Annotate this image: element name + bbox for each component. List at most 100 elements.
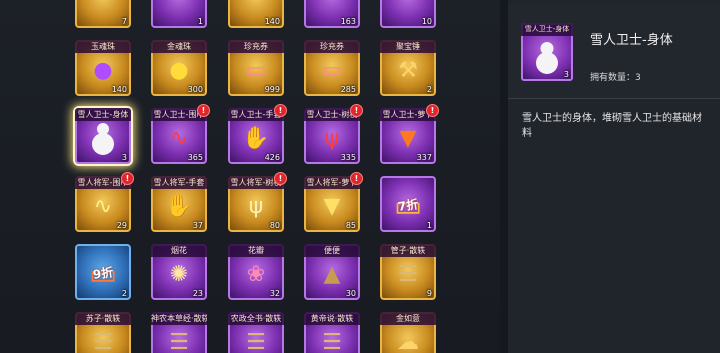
bamboo-scroll-icon: ☰: [398, 261, 418, 287]
treasure-hammer-icon: ⚒: [398, 57, 418, 83]
treasure-voucher-icon: ▭: [321, 57, 343, 83]
alert-badge-icon: !: [274, 104, 287, 117]
inventory-slot[interactable]: 花瓣 ❀ 32: [228, 244, 284, 300]
slot-label: 金魂珠: [151, 40, 207, 53]
slot-label: 烟花: [151, 244, 207, 257]
gold-branch-icon: ψ: [248, 193, 264, 219]
slot-count: 140: [111, 85, 127, 94]
slot-label: 黄帝说·散轶: [304, 312, 360, 325]
slot-count: 30: [345, 289, 356, 298]
inventory-slot[interactable]: 黄帝说·散轶 ☰: [304, 312, 360, 353]
inventory-slot[interactable]: 雪人卫士-围巾 ∿ 365!: [151, 104, 210, 164]
slot-label: 管子·散轶: [380, 244, 436, 257]
slot-label: 玉魂珠: [75, 40, 131, 53]
fireworks-icon: ✺: [169, 261, 189, 287]
inventory-slot[interactable]: 雪人卫士-身体 3: [75, 108, 131, 164]
slot-count: 80: [269, 221, 280, 230]
inventory-slot[interactable]: 神农本草经·散轶 ☰: [151, 312, 207, 353]
slot-count: 300: [187, 85, 203, 94]
inventory-slot[interactable]: 雪人将军-围巾 ∿ 29!: [75, 172, 134, 232]
inventory-slot[interactable]: 雪人将军-萝卜 ▼ 85!: [304, 172, 363, 232]
inventory-slot[interactable]: 管子·散轶 ☰ 9: [380, 244, 436, 300]
inventory-slot[interactable]: 便便 ▲ 30: [304, 244, 360, 300]
gold-carrot-icon: ▼: [323, 193, 341, 219]
slot-count: 337: [416, 153, 432, 162]
red-scarf-icon: ∿: [169, 125, 189, 151]
gold-scarf-icon: ∿: [93, 193, 113, 219]
detail-slot-count: 3: [563, 70, 569, 79]
slot-count: 140: [264, 17, 280, 26]
slot-count: 7: [121, 17, 127, 26]
slot-label: 金如意: [380, 312, 436, 325]
red-branch-icon: ψ: [324, 125, 340, 151]
slot-count: 23: [192, 289, 203, 298]
item-name: 雪人卫士-身体: [590, 33, 673, 48]
slot-count: 85: [345, 221, 356, 230]
bamboo-scroll-icon: ☰: [169, 329, 189, 353]
slot-count: 426: [264, 153, 280, 162]
inventory-slot[interactable]: 雪人卫士-手套 ✋ 426!: [228, 104, 287, 164]
slot-label: 聚宝锤: [380, 40, 436, 53]
gold-soul-orb-icon: ●: [169, 57, 189, 83]
golden-ruyi-icon: ☁: [397, 329, 419, 353]
slot-count: 999: [264, 85, 280, 94]
alert-badge-icon: !: [426, 104, 439, 117]
bamboo-scroll-icon: ☰: [93, 329, 113, 353]
slot-label: 花瓣: [228, 244, 284, 257]
inventory-slot[interactable]: 雪人卫士-萝卜 ▼ 337!: [380, 104, 439, 164]
alert-badge-icon: !: [350, 104, 363, 117]
gold-glove-icon: ✋: [165, 193, 193, 219]
inventory-slot[interactable]: 雪人将军-树枝 ψ 80!: [228, 172, 287, 232]
inventory-slot[interactable]: 163: [304, 0, 360, 28]
slot-label: 苏子·散轶: [75, 312, 131, 325]
inventory-grid: 7 1 140 163 10 玉魂珠 ● 140 金魂珠 ● 300 珍充券 ▭ 999 珍充券 ▭ 285 聚宝…: [0, 0, 500, 353]
inventory-slot[interactable]: 烟花 ✺ 23: [151, 244, 207, 300]
slot-count: 163: [340, 17, 356, 26]
slot-count: 37: [192, 221, 203, 230]
item-detail-header: 雪人卫士-身体 3 雪人卫士-身体 拥有数量：3: [508, 5, 720, 99]
slot-label: 便便: [304, 244, 360, 257]
bamboo-scroll-icon: ☰: [322, 329, 342, 353]
inventory-slot[interactable]: ▭ 9折 2: [75, 244, 131, 300]
snowman-body-icon: [88, 123, 118, 157]
inventory-slot[interactable]: 1: [151, 0, 207, 28]
slot-count: 1: [426, 221, 432, 230]
inventory-slot[interactable]: 雪人卫士-树枝 ψ 335!: [304, 104, 363, 164]
inventory-slot[interactable]: 苏子·散轶 ☰: [75, 312, 131, 353]
inventory-slot[interactable]: 10: [380, 0, 436, 28]
carrot-icon: ▼: [399, 125, 417, 151]
inventory-slot[interactable]: 珍充券 ▭ 999: [228, 40, 284, 96]
inventory-slot[interactable]: 140: [228, 0, 284, 28]
item-description: 雪人卫士的身体，堆砌雪人卫士的基础材料: [522, 113, 702, 139]
inventory-slot[interactable]: 玉魂珠 ● 140: [75, 40, 131, 96]
slot-count: 9: [426, 289, 432, 298]
alert-badge-icon: !: [274, 172, 287, 185]
poop-icon: ▲: [323, 261, 341, 287]
detail-item-slot: 雪人卫士-身体 3: [521, 23, 573, 81]
owned-quantity: 拥有数量：3: [590, 73, 641, 83]
slot-count: 285: [340, 85, 356, 94]
slot-count: 365: [187, 153, 203, 162]
slot-count: 29: [116, 221, 127, 230]
slot-count: 2: [121, 289, 127, 298]
inventory-slot[interactable]: 聚宝锤 ⚒ 2: [380, 40, 436, 96]
slot-label: 神农本草经·散轶: [151, 312, 207, 325]
inventory-slot[interactable]: 雪人将军-手套 ✋ 37: [151, 176, 207, 232]
slot-count: 10: [421, 17, 432, 26]
purple-soul-orb-icon: ●: [93, 57, 113, 83]
slot-count: 32: [269, 289, 280, 298]
slot-count: 2: [426, 85, 432, 94]
discount-badge: 9折: [92, 265, 115, 282]
slot-count: 3: [121, 153, 127, 162]
inventory-slot[interactable]: 7: [75, 0, 131, 28]
slot-label: 农政全书·散轶: [228, 312, 284, 325]
alert-badge-icon: !: [197, 104, 210, 117]
inventory-slot[interactable]: 珍充券 ▭ 285: [304, 40, 360, 96]
inventory-slot[interactable]: 金魂珠 ● 300: [151, 40, 207, 96]
red-glove-icon: ✋: [242, 125, 270, 151]
inventory-slot[interactable]: 农政全书·散轶 ☰: [228, 312, 284, 353]
alert-badge-icon: !: [350, 172, 363, 185]
inventory-slot[interactable]: ▭ 7折 1: [380, 176, 436, 232]
inventory-slot[interactable]: 金如意 ☁: [380, 312, 436, 353]
slot-count: 335: [340, 153, 356, 162]
